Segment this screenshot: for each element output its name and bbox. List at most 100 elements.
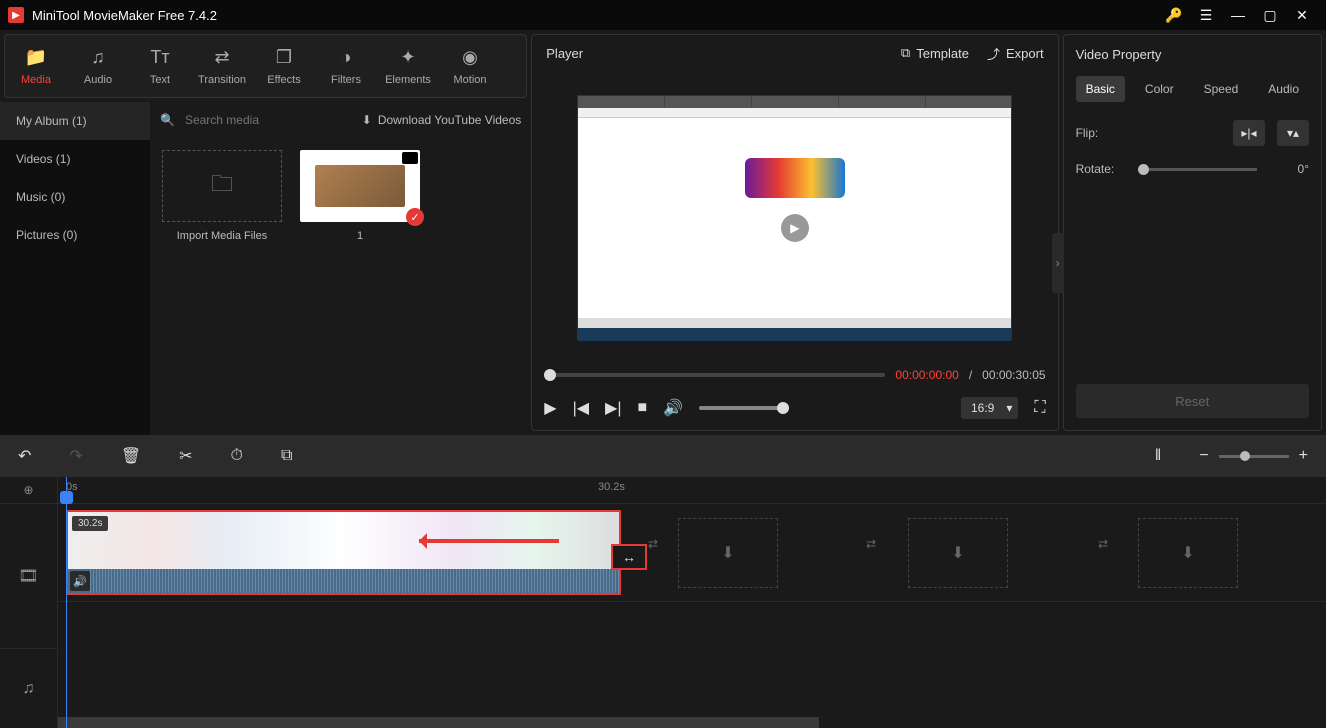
timeline-ruler[interactable]: 0s 30.2s: [58, 477, 1326, 503]
clip-thumbnail: ✓: [300, 150, 420, 222]
tab-audio[interactable]: Audio: [1258, 76, 1309, 102]
tool-elements[interactable]: ✦Elements: [377, 35, 439, 97]
player-panel: Player ⧉Template ⤴Export ▶ 00:00:00:00 /…: [531, 34, 1058, 431]
template-icon: ⧉: [901, 45, 910, 61]
fit-button[interactable]: ‖: [1155, 447, 1162, 465]
left-panel: 📁Media ♫Audio TᴛText ⇄Transition ❐Effect…: [0, 30, 531, 435]
tool-transition[interactable]: ⇄Transition: [191, 35, 253, 97]
media-clip-card[interactable]: ✓ 1: [300, 150, 420, 242]
current-time: 00:00:00:00: [895, 368, 958, 382]
license-key-icon[interactable]: 🔑: [1158, 3, 1190, 27]
text-icon: Tᴛ: [150, 47, 169, 68]
tool-effects[interactable]: ❐Effects: [253, 35, 315, 97]
audio-waveform: [90, 569, 619, 593]
player-title: Player: [546, 46, 583, 61]
timeline: ⊕ 🎞 ♫ 0s 30.2s 30.2s 🔊 ↔ ⇄ ⬇ ⇄: [0, 477, 1326, 728]
clip-placeholder[interactable]: ⬇: [1138, 518, 1238, 588]
flip-vertical-button[interactable]: ▾▴: [1277, 120, 1309, 146]
tab-color[interactable]: Color: [1135, 76, 1184, 102]
delete-button[interactable]: 🗑: [121, 446, 141, 466]
clip-duration-badge: 30.2s: [72, 516, 108, 531]
split-button[interactable]: ✂: [179, 446, 192, 466]
rotate-value: 0°: [1269, 162, 1309, 176]
album-pictures[interactable]: Pictures (0): [0, 216, 150, 254]
close-button[interactable]: ✕: [1286, 3, 1318, 27]
volume-icon[interactable]: 🔊: [663, 398, 683, 418]
video-preview[interactable]: ▶: [577, 95, 1012, 340]
video-clip[interactable]: 30.2s 🔊 ↔: [66, 510, 621, 595]
rotate-label: Rotate:: [1076, 162, 1126, 176]
panel-expand-handle[interactable]: ›: [1052, 233, 1064, 293]
template-button[interactable]: ⧉Template: [901, 45, 969, 61]
stop-button[interactable]: ■: [638, 399, 648, 417]
effects-icon: ❐: [276, 47, 292, 68]
next-frame-button[interactable]: ▶|: [605, 398, 621, 418]
crop-button[interactable]: ⧉: [281, 447, 292, 465]
album-videos[interactable]: Videos (1): [0, 140, 150, 178]
tool-media[interactable]: 📁Media: [5, 35, 67, 97]
flip-horizontal-button[interactable]: ▸|◂: [1233, 120, 1265, 146]
menu-icon[interactable]: ☰: [1190, 3, 1222, 27]
check-icon: ✓: [406, 208, 424, 226]
album-my-album[interactable]: My Album (1): [0, 102, 150, 140]
volume-slider[interactable]: [699, 406, 789, 410]
minimize-button[interactable]: —: [1222, 3, 1254, 27]
folder-open-icon: 🗀: [211, 167, 233, 205]
undo-button[interactable]: ↶: [18, 446, 31, 466]
aspect-ratio-select[interactable]: 16:9: [961, 397, 1018, 419]
tool-filters[interactable]: ◑Filters: [315, 35, 377, 97]
search-input[interactable]: [181, 109, 356, 131]
search-icon: 🔍: [160, 113, 175, 127]
elements-icon: ✦: [400, 47, 415, 68]
video-track-header[interactable]: 🎞: [0, 503, 57, 648]
timeline-scrollbar[interactable]: [58, 717, 1326, 728]
reset-button[interactable]: Reset: [1076, 384, 1309, 418]
maximize-button[interactable]: ▢: [1254, 3, 1286, 27]
flip-label: Flip:: [1076, 126, 1126, 140]
clip-placeholder[interactable]: ⬇: [678, 518, 778, 588]
clip-placeholder[interactable]: ⬇: [908, 518, 1008, 588]
redo-button[interactable]: ↷: [69, 446, 82, 466]
clip-trim-handle[interactable]: ↔: [611, 544, 647, 570]
play-overlay-icon: ▶: [781, 214, 809, 242]
media-area: 🔍 ⬇Download YouTube Videos 🗀 Import Medi…: [150, 102, 531, 435]
import-media-card[interactable]: 🗀 Import Media Files: [162, 150, 282, 242]
zoom-in-button[interactable]: +: [1299, 447, 1308, 465]
property-title: Video Property: [1076, 47, 1309, 62]
app-logo: ▶: [8, 7, 24, 23]
property-panel: › Video Property Basic Color Speed Audio…: [1063, 34, 1322, 431]
audio-track-header[interactable]: ♫: [0, 648, 57, 728]
scrub-bar[interactable]: [544, 373, 885, 377]
tool-audio[interactable]: ♫Audio: [67, 35, 129, 97]
rotate-slider[interactable]: [1138, 168, 1257, 171]
export-button[interactable]: ⤴Export: [987, 44, 1044, 63]
album-music[interactable]: Music (0): [0, 178, 150, 216]
fullscreen-button[interactable]: ⛶: [1034, 399, 1045, 417]
zoom-slider[interactable]: [1219, 455, 1289, 458]
audio-track[interactable]: [58, 601, 1326, 681]
zoom-out-button[interactable]: −: [1199, 447, 1208, 465]
playhead[interactable]: [66, 477, 67, 728]
tab-speed[interactable]: Speed: [1194, 76, 1249, 102]
titlebar: ▶ MiniTool MovieMaker Free 7.4.2 🔑 ☰ — ▢…: [0, 0, 1326, 30]
download-icon: ⬇: [362, 113, 372, 127]
prev-frame-button[interactable]: |◀: [573, 398, 589, 418]
video-track[interactable]: 30.2s 🔊 ↔ ⇄ ⬇ ⇄ ⬇ ⇄ ⬇: [58, 503, 1326, 601]
folder-icon: 📁: [25, 47, 47, 68]
speed-button[interactable]: ⏱: [231, 447, 243, 465]
video-badge-icon: [402, 152, 418, 164]
tool-motion[interactable]: ◉Motion: [439, 35, 501, 97]
tool-text[interactable]: TᴛText: [129, 35, 191, 97]
play-button[interactable]: ▶: [544, 398, 556, 418]
timeline-toolbar: ↶ ↷ 🗑 ✂ ⏱ ⧉ ‖ − +: [0, 435, 1326, 477]
add-track-button[interactable]: ⊕: [0, 477, 57, 503]
export-icon: ⤴: [987, 44, 1000, 63]
motion-icon: ◉: [462, 47, 478, 68]
transition-icon: ⇄: [214, 47, 229, 68]
trim-arrow-annotation: [419, 539, 559, 543]
music-icon: ♫: [91, 47, 105, 68]
tab-basic[interactable]: Basic: [1076, 76, 1125, 102]
time-separator: /: [969, 368, 972, 382]
clip-audio-icon[interactable]: 🔊: [70, 571, 90, 591]
download-youtube-button[interactable]: ⬇Download YouTube Videos: [362, 113, 522, 127]
